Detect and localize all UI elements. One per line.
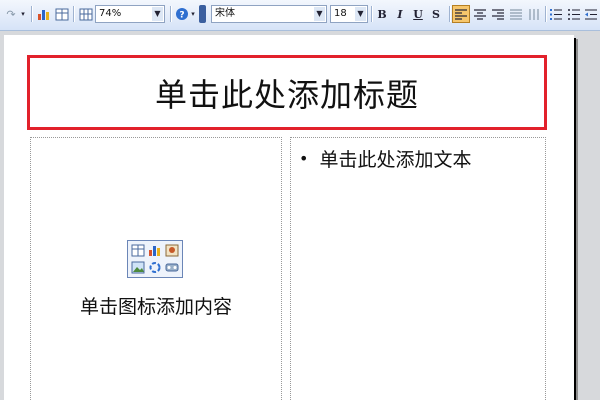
title-placeholder-text: 单击此处添加标题 — [154, 75, 419, 114]
bullets-icon[interactable] — [565, 5, 583, 23]
distribute-icon[interactable] — [507, 5, 525, 23]
insert-chart-icon[interactable] — [35, 5, 53, 23]
zoom-combo[interactable]: 74% ▼ — [95, 5, 165, 23]
zoom-value: 74% — [99, 8, 122, 19]
font-size-combo[interactable]: 18 ▼ — [330, 5, 368, 23]
decrease-indent-icon[interactable] — [582, 5, 600, 23]
chevron-down-icon[interactable]: ▼ — [152, 7, 163, 21]
underline-button[interactable]: U — [409, 5, 427, 23]
toolbar-handle[interactable] — [199, 5, 206, 23]
text-direction-icon[interactable] — [525, 5, 543, 23]
bold-button[interactable]: B — [373, 5, 391, 23]
bullet-icon: • — [299, 149, 309, 168]
insert-diagram-icon[interactable] — [147, 260, 163, 276]
formatting-toolbar: ↷ ▾ 74% ▼ ? ▾ 宋体 ▼ 18 ▼ B I U S — [0, 0, 600, 31]
insert-table-icon[interactable] — [53, 5, 71, 23]
insert-picture-icon[interactable] — [130, 260, 146, 276]
help-dropdown-icon[interactable]: ▾ — [188, 5, 198, 23]
shadow-button[interactable]: S — [427, 5, 445, 23]
insert-chart-icon[interactable] — [147, 243, 163, 259]
font-name-combo[interactable]: 宋体 ▼ — [211, 5, 327, 23]
insert-media-icon[interactable] — [164, 260, 180, 276]
insert-content-icons — [127, 240, 183, 278]
align-left-icon[interactable] — [452, 5, 470, 23]
align-right-icon[interactable] — [489, 5, 507, 23]
text-placeholder-text: 单击此处添加文本 — [319, 149, 472, 171]
italic-button[interactable]: I — [391, 5, 409, 23]
grid-icon[interactable] — [77, 5, 95, 23]
redo-dropdown-icon[interactable]: ▾ — [14, 5, 32, 23]
font-name-value: 宋体 — [215, 8, 235, 19]
text-placeholder[interactable] — [290, 137, 546, 400]
insert-table-icon[interactable] — [130, 243, 146, 259]
numbering-icon[interactable] — [547, 5, 565, 23]
chevron-down-icon[interactable]: ▼ — [355, 7, 366, 21]
align-center-icon[interactable] — [471, 5, 489, 23]
font-size-value: 18 — [334, 8, 347, 19]
text-placeholder-line[interactable]: • 单击此处添加文本 — [299, 145, 471, 172]
insert-clipart-icon[interactable] — [164, 243, 180, 259]
slide-edge — [574, 38, 576, 400]
chevron-down-icon[interactable]: ▼ — [314, 7, 325, 21]
help-glyph: ? — [179, 11, 184, 21]
content-placeholder-text: 单击图标添加内容 — [79, 296, 232, 318]
title-placeholder[interactable]: 单击此处添加标题 — [27, 55, 547, 130]
